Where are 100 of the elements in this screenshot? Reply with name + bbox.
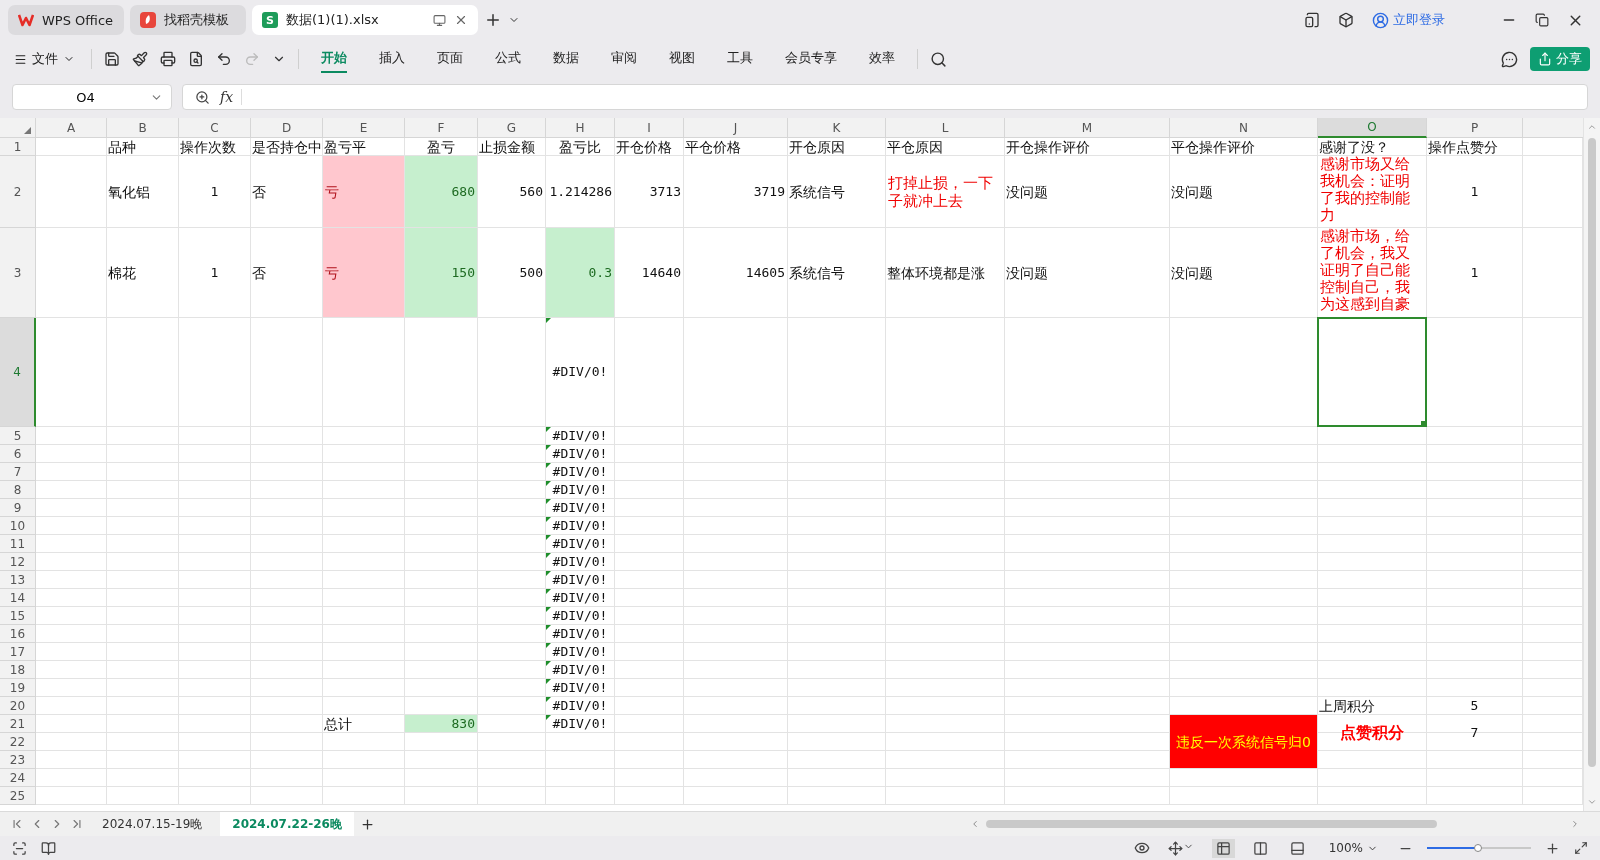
row-header[interactable]: 8 (0, 481, 36, 499)
sheet-tab[interactable]: 2024.07.15-19晚 (90, 812, 215, 836)
row-header[interactable]: 7 (0, 463, 36, 481)
macro-icon[interactable] (12, 840, 27, 856)
column-header[interactable]: K (788, 118, 886, 138)
row-header[interactable]: 20 (0, 697, 36, 715)
wps-logo-icon (18, 13, 34, 27)
column-header[interactable]: B (107, 118, 179, 138)
ribbon-tab[interactable]: 效率 (869, 45, 895, 73)
app-tab[interactable]: WPS Office (8, 5, 124, 35)
tablet-icon[interactable] (1304, 12, 1320, 28)
row-header[interactable]: 19 (0, 679, 36, 697)
share-icon (1538, 52, 1552, 66)
row-header[interactable]: 3 (0, 228, 36, 318)
column-header[interactable]: E (323, 118, 405, 138)
column-header[interactable]: J (684, 118, 788, 138)
table-cell-text: 点赞积分 (1339, 721, 1405, 744)
row-header[interactable]: 12 (0, 553, 36, 571)
format-painter-icon[interactable] (132, 51, 148, 67)
normal-view-button[interactable] (1211, 838, 1235, 858)
ribbon-tab[interactable]: 插入 (379, 45, 405, 73)
select-all-icon[interactable] (24, 127, 31, 134)
column-header[interactable]: D (251, 118, 323, 138)
row-header[interactable]: 6 (0, 445, 36, 463)
monitor-icon[interactable] (433, 13, 446, 27)
row-header[interactable]: 1 (0, 138, 36, 156)
move-icon (1167, 840, 1183, 856)
file-menu-button[interactable]: 文件 (10, 48, 79, 70)
last-sheet-icon[interactable] (70, 817, 84, 831)
cube-icon[interactable] (1338, 12, 1354, 28)
formula-field[interactable]: fx (182, 84, 1588, 110)
zoom-icon[interactable] (195, 89, 210, 105)
row-header[interactable]: 16 (0, 625, 36, 643)
table-cell: #DIV/0! (546, 679, 614, 696)
zoom-in-icon[interactable] (1545, 840, 1560, 856)
ribbon-tab[interactable]: 审阅 (611, 45, 637, 73)
column-header[interactable]: M (1005, 118, 1170, 138)
first-sheet-icon[interactable] (10, 817, 24, 831)
insert-function-button[interactable]: fx (220, 89, 243, 105)
search-icon[interactable] (930, 50, 947, 68)
table-cell: #DIV/0! (546, 697, 614, 714)
row-header[interactable]: 21 (0, 715, 36, 733)
column-header[interactable]: H (546, 118, 615, 138)
row-header[interactable]: 18 (0, 661, 36, 679)
row-header[interactable]: 2 (0, 156, 36, 228)
column-header[interactable]: G (478, 118, 546, 138)
row-header[interactable]: 22 (0, 733, 36, 751)
row-header[interactable]: 14 (0, 589, 36, 607)
zoom-level-button[interactable]: 100% (1322, 840, 1384, 856)
row-header[interactable]: 4 (0, 318, 36, 427)
ribbon-tab[interactable]: 页面 (437, 45, 463, 73)
ribbon-tab[interactable]: 会员专享 (785, 45, 837, 73)
ribbon-tab[interactable]: 视图 (669, 45, 695, 73)
row-header[interactable]: 10 (0, 517, 36, 535)
row-header[interactable]: 15 (0, 607, 36, 625)
chat-icon[interactable] (1501, 50, 1518, 68)
save-icon[interactable] (104, 51, 120, 67)
app-tab[interactable]: 找稻壳模板 (130, 5, 246, 35)
column-header[interactable]: A (36, 118, 107, 138)
row-header[interactable]: 13 (0, 571, 36, 589)
row-header[interactable]: 11 (0, 535, 36, 553)
restore-icon[interactable] (1535, 13, 1549, 27)
table-cell-text: 操作次数 (179, 138, 237, 155)
ribbon-tab[interactable]: 公式 (495, 45, 521, 73)
ribbon-tab[interactable]: 数据 (553, 45, 579, 73)
ribbon-tab[interactable]: 工具 (727, 45, 753, 73)
sheet-tab[interactable]: 2024.07.22-26晚 (220, 812, 354, 836)
name-box[interactable]: O4 (12, 84, 172, 110)
close-icon[interactable] (454, 13, 468, 27)
column-header[interactable]: F (405, 118, 478, 138)
column-header[interactable]: O (1318, 118, 1427, 138)
fullscreen-icon[interactable] (1574, 841, 1588, 855)
table-cell: 违反一次系统信号归0 (1170, 715, 1317, 768)
undo-icon[interactable] (216, 51, 232, 67)
column-header[interactable]: C (179, 118, 251, 138)
reading-mode-icon[interactable] (41, 840, 56, 856)
row-header[interactable]: 25 (0, 787, 36, 805)
selected-cell[interactable] (1317, 317, 1427, 427)
table-cell: 是否持仓中 (251, 138, 322, 155)
login-link[interactable]: 立即登录 (1372, 11, 1445, 29)
row-header[interactable]: 24 (0, 769, 36, 787)
add-sheet-icon[interactable] (359, 816, 375, 832)
column-header[interactable]: P (1427, 118, 1523, 138)
eye-icon[interactable] (1133, 840, 1150, 856)
print-preview-icon[interactable] (188, 51, 204, 67)
ribbon-tab[interactable]: 开始 (321, 45, 347, 73)
table-cell-text: 14640 (640, 263, 682, 282)
zoom-slider[interactable] (1427, 843, 1531, 853)
new-tab-icon[interactable] (484, 11, 502, 29)
row-header[interactable]: 5 (0, 427, 36, 445)
table-cell-text: 1.214286 (548, 182, 613, 201)
column-header[interactable]: I (615, 118, 684, 138)
printer-icon[interactable] (160, 51, 176, 67)
row-header[interactable]: 23 (0, 751, 36, 769)
app-tab[interactable]: S 数据(1)(1).xlsx (252, 5, 478, 35)
table-cell-text: 开仓原因 (788, 138, 846, 155)
column-header[interactable]: N (1170, 118, 1318, 138)
row-header[interactable]: 9 (0, 499, 36, 517)
row-header[interactable]: 17 (0, 643, 36, 661)
column-header[interactable]: L (886, 118, 1005, 138)
